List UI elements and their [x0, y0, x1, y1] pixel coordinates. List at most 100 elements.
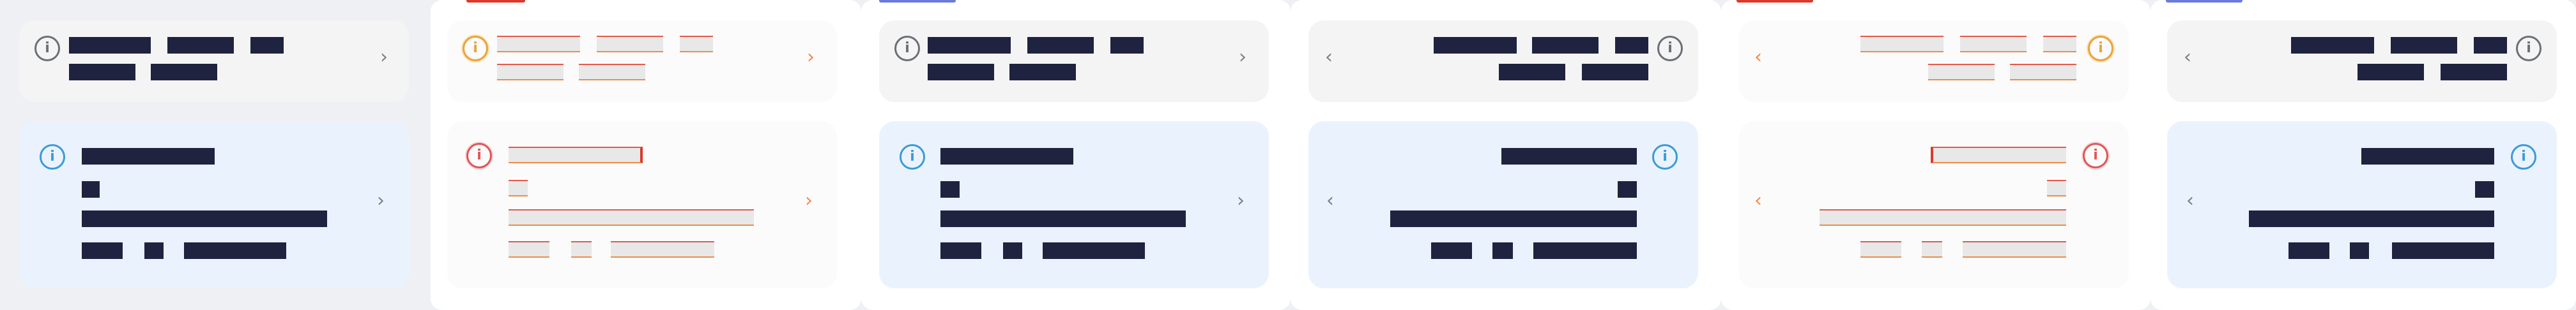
card-text-line: [1501, 148, 1637, 165]
card-text-line: [1963, 241, 2066, 258]
card-text-line: [509, 209, 754, 226]
card-text-line: [151, 64, 217, 80]
info-icon: i: [900, 144, 925, 170]
card-text-line: [2441, 64, 2507, 80]
card-text-line: [497, 64, 564, 80]
accent-bar: [2166, 0, 2242, 3]
card-text-line: [509, 147, 643, 163]
panel-ltr-ghost: i › i ›: [431, 0, 861, 310]
card-text-line: [1390, 210, 1637, 227]
card-text-line: [940, 242, 981, 259]
card-text-line: [597, 36, 663, 52]
card-text-line: [509, 180, 528, 196]
card-text-line: [1043, 242, 1145, 259]
card-text-line: [167, 37, 234, 54]
info-card-expanded[interactable]: i ›: [19, 121, 409, 288]
accent-bar: [879, 0, 956, 3]
card-text-line: [2358, 64, 2424, 80]
panel-rtl-ghost: ‹ i ‹ i: [1721, 0, 2150, 310]
card-text-line: [928, 64, 994, 80]
card-text-line: [1533, 242, 1637, 259]
card-text-line: [1960, 36, 2027, 52]
card-text-line: [2043, 36, 2076, 52]
info-card-expanded[interactable]: ‹ i: [1308, 121, 1698, 288]
card-text-line: [82, 148, 215, 165]
card-text-line: [82, 181, 100, 198]
card-text-line: [1009, 64, 1076, 80]
info-card-compact[interactable]: ‹ i: [1739, 20, 2129, 102]
chevron-right-icon: ›: [377, 189, 385, 212]
card-text-line: [1615, 37, 1648, 54]
card-text-line: [1027, 37, 1094, 54]
card-text-line: [579, 64, 645, 80]
card-text-line: [509, 241, 549, 258]
card-text-line: [144, 242, 164, 259]
card-text-line: [82, 242, 123, 259]
card-text-line: [1922, 241, 1942, 258]
card-text-line: [1003, 242, 1022, 259]
card-text-line: [2392, 242, 2494, 259]
info-card-expanded[interactable]: i ›: [447, 121, 837, 288]
info-icon: i: [463, 36, 488, 61]
card-text-line: [1820, 209, 2066, 226]
card-text-line: [2288, 242, 2329, 259]
card-text-line: [1860, 241, 1901, 258]
chevron-right-icon: ›: [380, 46, 388, 68]
panel-ltr-2: i › i ›: [861, 0, 1291, 310]
panel-rtl-1: ‹ i ‹ i: [1291, 0, 1721, 310]
card-text-line: [250, 37, 284, 54]
info-card-expanded[interactable]: ‹ i: [1739, 121, 2129, 288]
info-card-compact[interactable]: i ›: [879, 20, 1269, 102]
card-text-line: [1499, 64, 1565, 80]
card-text-line: [1860, 36, 1943, 52]
chevron-right-icon: ›: [807, 46, 815, 68]
info-icon: i: [2516, 36, 2542, 61]
card-text-line: [1618, 181, 1637, 198]
card-text-line: [1532, 37, 1598, 54]
card-text-line: [69, 64, 135, 80]
info-card-compact[interactable]: i ›: [19, 20, 409, 102]
info-card-expanded[interactable]: i ›: [879, 121, 1269, 288]
card-text-line: [1928, 64, 1995, 80]
accent-bar: [466, 0, 525, 3]
chevron-left-icon: ‹: [1754, 46, 1762, 68]
chevron-right-icon: ›: [1239, 46, 1246, 68]
card-text-line: [571, 241, 592, 258]
card-text-line: [940, 181, 960, 198]
chevron-left-icon: ‹: [2186, 189, 2194, 212]
card-text-line: [2475, 181, 2494, 198]
card-text-line: [69, 37, 151, 54]
info-icon: i: [2083, 143, 2108, 168]
info-card-compact[interactable]: i ›: [447, 20, 837, 102]
card-text-line: [611, 241, 714, 258]
info-icon: i: [894, 36, 920, 61]
card-text-line: [1931, 147, 2066, 163]
chevron-left-icon: ‹: [1326, 189, 1334, 212]
card-text-line: [82, 210, 327, 227]
info-icon: i: [34, 36, 60, 61]
card-text-line: [928, 37, 1011, 54]
card-text-line: [1492, 242, 1513, 259]
chevron-right-icon: ›: [1237, 189, 1245, 212]
info-card-expanded[interactable]: ‹ i: [2167, 121, 2557, 288]
info-card-compact[interactable]: ‹ i: [2167, 20, 2557, 102]
card-text-line: [940, 148, 1073, 165]
card-text-line: [184, 242, 286, 259]
info-icon: i: [466, 143, 492, 168]
chevron-left-icon: ‹: [1325, 46, 1333, 68]
info-icon: i: [2088, 36, 2113, 61]
card-text-line: [2047, 180, 2066, 196]
card-text-line: [2010, 64, 2076, 80]
accent-bar: [1736, 0, 1813, 3]
chevron-right-icon: ›: [805, 189, 813, 212]
card-text-line: [1434, 37, 1517, 54]
card-text-line: [680, 36, 713, 52]
panel-rtl-2: ‹ i ‹ i: [2150, 0, 2576, 310]
card-text-line: [497, 36, 580, 52]
card-text-line: [1110, 37, 1144, 54]
card-text-line: [2350, 242, 2369, 259]
card-text-line: [2391, 37, 2457, 54]
card-text-line: [1431, 242, 1472, 259]
card-text-line: [2249, 210, 2494, 227]
info-card-compact[interactable]: ‹ i: [1308, 20, 1698, 102]
